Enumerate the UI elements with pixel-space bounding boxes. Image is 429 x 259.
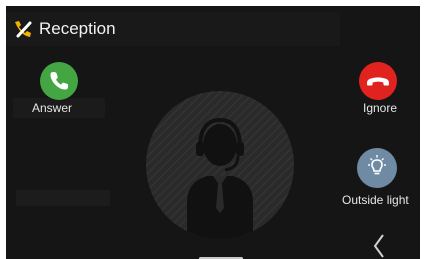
answer-button[interactable] bbox=[40, 62, 78, 100]
outside-light-label: Outside light bbox=[342, 193, 409, 207]
light-bulb-icon bbox=[368, 155, 386, 175]
answer-label: Answer bbox=[32, 101, 73, 115]
ignore-button[interactable] bbox=[359, 62, 397, 100]
hang-up-icon bbox=[367, 77, 389, 86]
handset-icon bbox=[15, 21, 32, 38]
status-strip bbox=[16, 190, 110, 206]
page-title: Reception bbox=[39, 19, 116, 38]
chevron-left-icon[interactable] bbox=[371, 232, 387, 259]
call-screen: Reception Answer Ignore Outside light bbox=[6, 6, 420, 259]
receptionist-avatar-icon bbox=[146, 91, 294, 239]
phone-icon bbox=[50, 72, 68, 90]
ignore-label: Ignore bbox=[363, 101, 398, 115]
outside-light-button[interactable] bbox=[357, 148, 397, 188]
